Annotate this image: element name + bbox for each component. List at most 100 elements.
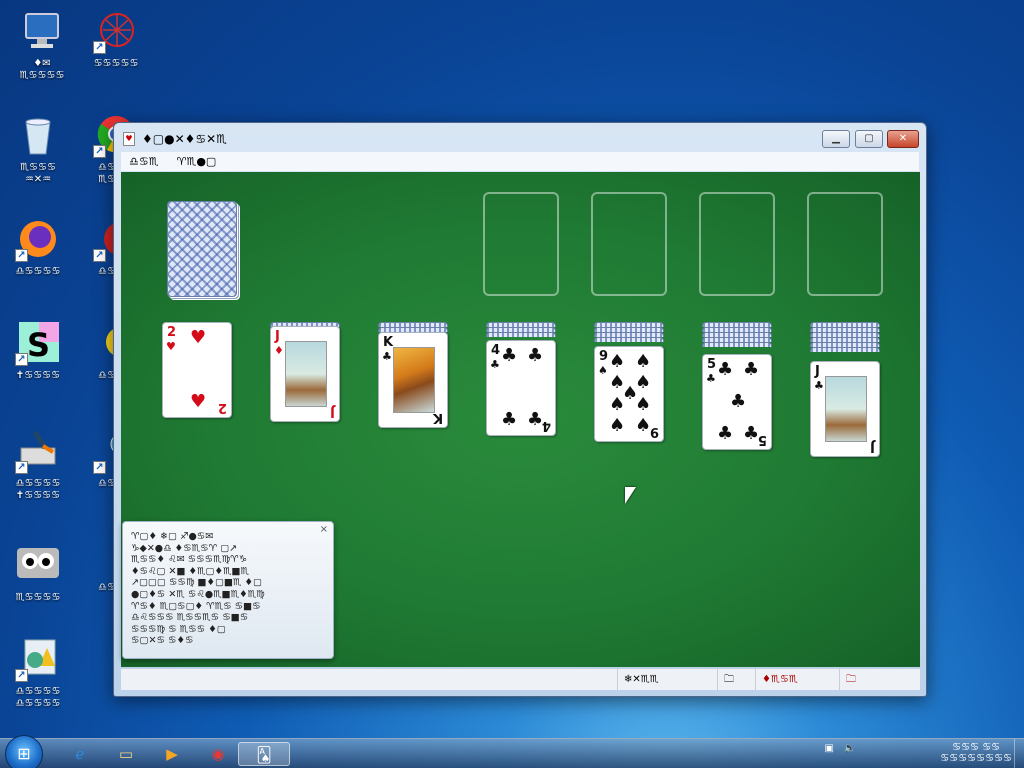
shortcut-arrow-icon: ↗ — [93, 145, 106, 158]
shortcut-arrow-icon: ↗ — [93, 249, 106, 262]
card-rank: J — [330, 404, 335, 419]
foundation-slot-3[interactable] — [699, 192, 775, 296]
taskbar-clock[interactable]: ♋♋♋ ♋♋ ♋♋♋♋♋♋♋♋ — [940, 742, 1012, 764]
desktop-icon-recycle-bin[interactable]: ♏♋♋♋ ♒✕♒ — [0, 112, 76, 186]
shortcut-arrow-icon: ↗ — [15, 353, 28, 366]
start-button[interactable]: ⊞ — [5, 735, 43, 768]
taskbar-explorer-button[interactable]: ▭ — [100, 742, 152, 766]
s-app-icon: S ↗ — [15, 320, 61, 366]
desktop-icon-firefox[interactable]: ↗ ♎♋♋♋♋ — [0, 216, 76, 278]
tableau-card-2[interactable]: J ♦ J — [270, 326, 340, 422]
shortcut-arrow-icon: ↗ — [15, 669, 28, 682]
card-pip: ♣ — [743, 359, 760, 380]
card-pip: ♣ — [501, 409, 518, 430]
minimize-button[interactable]: ▁ — [822, 130, 850, 148]
card-suit-icon: ♣ — [814, 379, 824, 392]
window-title: ♦▢●✕♦♋✕♏ — [142, 132, 227, 146]
taskbar-ie-button[interactable]: ℯ — [54, 742, 106, 766]
card-rank: 5 — [757, 432, 767, 447]
shortcut-arrow-icon: ↗ — [15, 249, 28, 262]
settings-app-icon: ↗ — [15, 636, 61, 682]
shortcut-arrow-icon: ↗ — [93, 461, 106, 474]
network-tray-icon[interactable]: ▣ — [825, 743, 834, 754]
tableau-card-6[interactable]: 5 ♣ ♣ ♣ ♣ ♣ ♣ 5 — [702, 354, 772, 450]
card-suit-icon: ♥ — [166, 340, 176, 353]
card-suit-icon: ♦ — [274, 344, 284, 357]
network-icon: ↗ — [93, 8, 139, 54]
card-rank: K — [432, 410, 443, 425]
card-pip: ♥ — [190, 391, 207, 412]
eyes-app-icon — [15, 542, 61, 588]
status-time-icon: 🗀 — [717, 669, 753, 690]
help-tip-panel: × ♈▢♦ ❄▢ ♐●♋✉ ♑◆✕●♎ ♦♋♏♋♈ ▢↗ ♏♋♋♦ ♌✉ ♋♋♋… — [122, 521, 334, 659]
desktop-icon-eyes-app[interactable]: ♏♋♋♋♋ — [0, 542, 76, 604]
card-pip: ♣ — [730, 391, 747, 412]
card-rank: 9 — [649, 424, 659, 439]
tableau-card-3[interactable]: K ♣ K — [378, 332, 448, 428]
taskbar-media-button[interactable]: ▶ — [146, 742, 198, 766]
cleaner-icon: ↗ — [15, 428, 61, 474]
menu-bar: ♎♋♏ ♈♏●▢ — [121, 152, 919, 171]
card-suit-icon: ♣ — [490, 358, 500, 371]
card-pip: ♣ — [743, 423, 760, 444]
card-rank: 2 — [217, 400, 227, 415]
face-down-card — [594, 337, 664, 342]
clock-time: ♋♋♋ ♋♋ — [952, 742, 1001, 753]
desktop-icon-s-app[interactable]: S ↗ ✝♋♋♋♋ — [0, 320, 76, 382]
card-pip: ♠ — [609, 394, 626, 415]
tableau-card-7[interactable]: J ♣ J — [810, 361, 880, 457]
desktop-icon-network[interactable]: ↗ ♋♋♋♋♋ — [78, 8, 154, 70]
stock-pile[interactable] — [167, 201, 237, 297]
status-score: ❄✕♏♏ — [617, 669, 717, 690]
tableau-card-5[interactable]: 9 ♠ ♠ ♠ ♠ ♠ ♠ ♠ ♠ ♠ ♠ 9 — [594, 346, 664, 442]
foundation-slot-4[interactable] — [807, 192, 883, 296]
solitaire-app-icon: ♥ — [123, 132, 135, 146]
card-illustration — [285, 341, 327, 407]
menu-help[interactable]: ♈♏●▢ — [177, 155, 217, 168]
clock-date: ♋♋♋♋♋♋♋♋ — [940, 753, 1012, 764]
status-moves-icon: 🗀 — [839, 669, 879, 690]
card-pip: ♠ — [609, 351, 626, 372]
tableau-card-4[interactable]: 4 ♣ ♣ ♣ ♣ ♣ 4 — [486, 340, 556, 436]
card-pip: ♣ — [527, 409, 544, 430]
help-close-button[interactable]: × — [320, 524, 328, 535]
status-moves: ♦♏♋♏ — [755, 669, 839, 690]
taskbar-solitaire-button[interactable]: 🂡 — [238, 742, 290, 766]
card-rank: J — [870, 439, 875, 454]
menu-game[interactable]: ♎♋♏ — [129, 155, 159, 168]
mouse-cursor-icon — [625, 487, 636, 504]
desktop-icon-settings-app[interactable]: ↗ ♎♋♋♋♋ ♎♋♋♋♋ — [0, 636, 76, 710]
card-rank: 4 — [541, 418, 551, 433]
card-pip: ♣ — [717, 359, 734, 380]
firefox-icon: ↗ — [15, 216, 61, 262]
help-tip-text: ♈▢♦ ❄▢ ♐●♋✉ ♑◆✕●♎ ♦♋♏♋♈ ▢↗ ♏♋♋♦ ♌✉ ♋♋♋♏♍… — [131, 531, 265, 647]
card-suit-icon: ♣ — [382, 350, 392, 363]
desktop-icon-cleaner[interactable]: ↗ ♎♋♋♋♋ ✝♋♋♋♋ — [0, 428, 76, 502]
status-bar: ❄✕♏♏ 🗀 ♦♏♋♏ 🗀 — [121, 669, 920, 690]
card-pip: ♠ — [635, 415, 652, 436]
shortcut-arrow-icon: ↗ — [15, 461, 28, 474]
taskbar: ⊞ ℯ ▭ ▶ ◉ 🂡 ▣ 🔈 ♋♋♋ ♋♋ ♋♋♋♋♋♋♋♋ — [0, 735, 1024, 768]
card-illustration — [393, 347, 435, 413]
card-pip: ♣ — [717, 423, 734, 444]
svg-text:S: S — [27, 326, 50, 364]
face-down-card — [486, 332, 556, 337]
recycle-bin-icon — [15, 112, 61, 158]
face-down-card — [810, 347, 880, 352]
volume-tray-icon[interactable]: 🔈 — [844, 743, 856, 754]
taskbar-chrome-button[interactable]: ◉ — [192, 742, 244, 766]
close-button[interactable]: ✕ — [887, 130, 919, 148]
title-bar[interactable]: ♥ ♦▢●✕♦♋✕♏ ▁ ▢ ✕ — [114, 123, 926, 151]
shortcut-arrow-icon: ↗ — [93, 41, 106, 54]
show-desktop-button[interactable] — [1014, 739, 1024, 768]
card-pip: ♠ — [635, 351, 652, 372]
maximize-button[interactable]: ▢ — [855, 130, 883, 148]
card-suit-icon: ♠ — [598, 364, 608, 377]
card-pip: ♣ — [501, 345, 518, 366]
foundation-slot-1[interactable] — [483, 192, 559, 296]
card-pip: ♣ — [527, 345, 544, 366]
desktop-icon-computer[interactable]: ♦✉ ♏♋♋♋♋ — [4, 8, 80, 82]
card-pip: ♥ — [190, 327, 207, 348]
tableau-card-1[interactable]: 2 ♥ ♥ ♥ 2 — [162, 322, 232, 418]
foundation-slot-2[interactable] — [591, 192, 667, 296]
